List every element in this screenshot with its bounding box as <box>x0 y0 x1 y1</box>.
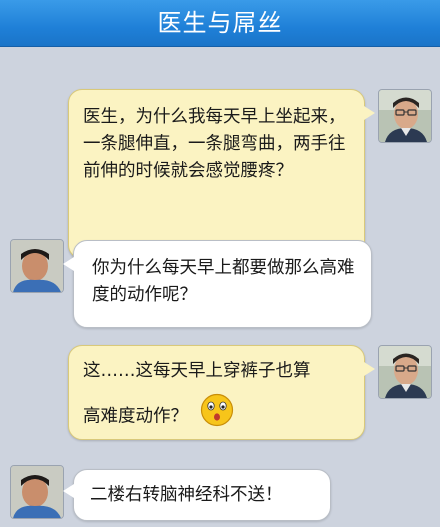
message-text-line1: 这……这每天早上穿裤子也算 <box>83 361 311 381</box>
message-bubble-1[interactable]: 医生，为什么我每天早上坐起来，一条腿伸直，一条腿弯曲，两手往前伸的时候就会感觉腰… <box>68 89 375 259</box>
message-bubble-4[interactable]: 二楼右转脑神经科不送！ <box>63 469 331 521</box>
message-text-line2: 高难度动作？ <box>83 406 188 427</box>
message-bubble-3[interactable]: 这……这每天早上穿裤子也算 高难度动作？ <box>68 345 375 440</box>
bubble-tail <box>364 106 375 120</box>
patient-avatar[interactable] <box>378 345 432 399</box>
message-text: 你为什么每天早上都要做那么高难度的动作呢？ <box>92 258 355 305</box>
chat-title: 医生与屌丝 <box>0 0 440 47</box>
doctor-photo <box>11 240 63 292</box>
patient-avatar[interactable] <box>378 89 432 143</box>
message-line2: 高难度动作？ <box>83 393 350 429</box>
doctor-photo <box>11 466 63 518</box>
message-text: 医生，为什么我每天早上坐起来，一条腿伸直，一条腿弯曲，两手往前伸的时候就会感觉腰… <box>83 107 346 181</box>
bubble-tail <box>364 362 375 376</box>
doctor-avatar[interactable] <box>10 465 64 519</box>
message-list[interactable]: 医生，为什么我每天早上坐起来，一条腿伸直，一条腿弯曲，两手往前伸的时候就会感觉腰… <box>0 47 440 527</box>
message-text: 二楼右转脑神经科不送！ <box>90 485 283 505</box>
bubble-tail <box>63 484 74 498</box>
surprised-face-icon <box>200 393 234 440</box>
patient-photo <box>379 90 431 142</box>
doctor-avatar[interactable] <box>10 239 64 293</box>
message-bubble-2[interactable]: 你为什么每天早上都要做那么高难度的动作呢？ <box>63 240 372 328</box>
bubble-tail <box>63 257 74 271</box>
patient-photo <box>379 346 431 398</box>
